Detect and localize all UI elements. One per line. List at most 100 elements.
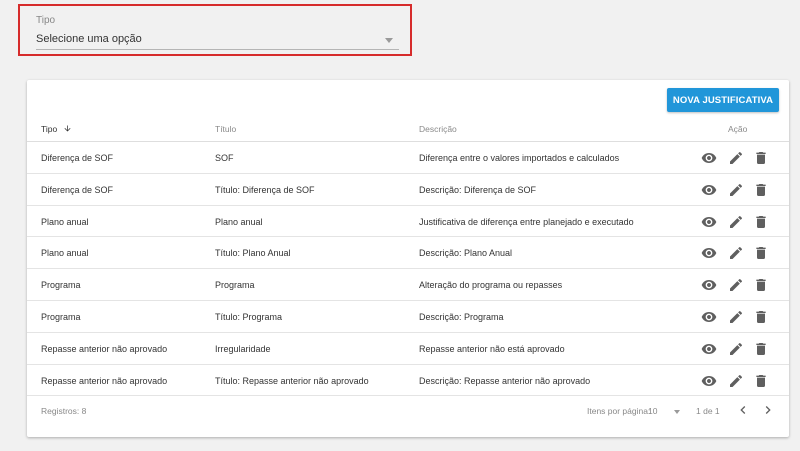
cell-tipo: Plano anual: [41, 248, 89, 259]
caret-down-icon: [674, 410, 680, 414]
pencil-icon: [730, 279, 743, 292]
trash-icon: [756, 152, 766, 164]
cell-descricao: Descrição: Repasse anterior não aprovado: [419, 375, 591, 386]
edit-button[interactable]: [728, 309, 744, 325]
table-header: Tipo Título Descrição Ação: [27, 117, 789, 142]
previous-page-button[interactable]: [735, 402, 751, 418]
edit-button[interactable]: [728, 341, 744, 357]
trash-icon: [756, 374, 766, 387]
cell-titulo: Título: Plano Anual: [215, 248, 291, 259]
cell-titulo: Programa: [215, 280, 255, 291]
cell-descricao: Repasse anterior não está aprovado: [419, 343, 565, 354]
view-button[interactable]: [701, 182, 717, 198]
table-row: Programa Título: Programa Descrição: Progr…: [27, 301, 789, 333]
tipo-filter-value: Selecione uma opção: [36, 33, 142, 45]
justificativas-card: NOVA JUSTIFICATIVA Tipo Título Descrição…: [27, 80, 789, 437]
delete-button[interactable]: [753, 341, 769, 357]
items-per-page-value: 10: [648, 406, 658, 416]
cell-titulo: Plano anual: [215, 216, 263, 227]
delete-button[interactable]: [753, 150, 769, 166]
edit-button[interactable]: [728, 373, 744, 389]
view-button[interactable]: [701, 245, 717, 261]
eye-icon: [701, 375, 717, 386]
header-acao: Ação: [728, 124, 748, 134]
pencil-icon: [730, 183, 743, 196]
cell-tipo: Repasse anterior não aprovado: [41, 343, 168, 354]
delete-button[interactable]: [753, 214, 769, 230]
pencil-icon: [730, 342, 743, 355]
table-row: Diferença de SOF Título: Diferença de SOF…: [27, 174, 789, 206]
tipo-filter-select[interactable]: Selecione uma opção: [36, 30, 399, 50]
edit-button[interactable]: [728, 214, 744, 230]
cell-titulo: Título: Diferença de SOF: [215, 184, 315, 195]
cell-tipo: Programa: [41, 280, 81, 291]
delete-button[interactable]: [753, 245, 769, 261]
eye-icon: [701, 311, 717, 322]
cell-tipo: Diferença de SOF: [41, 184, 114, 195]
trash-icon: [756, 215, 766, 228]
pencil-icon: [730, 374, 743, 387]
cell-descricao: Justificativa de diferença entre planeja…: [419, 216, 634, 227]
trash-icon: [756, 310, 766, 323]
header-tipo-label: Tipo: [41, 124, 58, 134]
caret-down-icon: [385, 38, 393, 43]
eye-icon: [701, 184, 717, 195]
page-range: 1 de 1: [696, 406, 720, 416]
table-row: Diferença de SOF SOF Diferença entre o val…: [27, 142, 789, 174]
table-row: Repasse anterior não aprovado Irregularid…: [27, 333, 789, 365]
pencil-icon: [730, 215, 743, 228]
tipo-filter-label: Tipo: [36, 15, 56, 26]
delete-button[interactable]: [753, 182, 769, 198]
header-titulo: Título: [215, 124, 237, 134]
chevron-right-icon: [765, 406, 771, 414]
edit-button[interactable]: [728, 245, 744, 261]
nova-justificativa-button[interactable]: NOVA JUSTIFICATIVA: [667, 88, 779, 112]
table-row: Programa Programa Alteração do programa ou…: [27, 269, 789, 301]
view-button[interactable]: [701, 277, 717, 293]
table-footer: Registros: 8 Itens por página: 10 1 de 1: [27, 398, 789, 422]
delete-button[interactable]: [753, 309, 769, 325]
cell-titulo: SOF: [215, 153, 234, 163]
cell-titulo: Título: Programa: [215, 311, 283, 322]
view-button[interactable]: [701, 373, 717, 389]
eye-icon: [701, 248, 717, 259]
items-per-page-label: Itens por página:: [587, 406, 651, 416]
items-per-page-select[interactable]: 10: [648, 402, 683, 418]
header-descricao: Descrição: [419, 124, 457, 134]
view-button[interactable]: [701, 150, 717, 166]
cell-tipo: Repasse anterior não aprovado: [41, 375, 168, 386]
pencil-icon: [730, 151, 743, 164]
trash-icon: [756, 247, 766, 260]
cell-tipo: Diferença de SOF: [41, 153, 114, 163]
cell-descricao: Alteração do programa ou repasses: [419, 280, 563, 291]
tipo-filter-highlight: Tipo Selecione uma opção: [18, 4, 412, 56]
view-button[interactable]: [701, 309, 717, 325]
table-body: Diferença de SOF SOF Diferença entre o val…: [27, 142, 789, 397]
cell-descricao: Descrição: Diferença de SOF: [419, 184, 537, 195]
trash-icon: [756, 342, 766, 355]
edit-button[interactable]: [728, 182, 744, 198]
edit-button[interactable]: [728, 150, 744, 166]
table-row: Repasse anterior não aprovado Título: Rep…: [27, 365, 789, 397]
header-tipo[interactable]: Tipo: [41, 124, 72, 134]
chevron-left-icon: [740, 406, 746, 414]
cell-descricao: Diferença entre o valores importados e c…: [419, 153, 620, 163]
delete-button[interactable]: [753, 373, 769, 389]
cell-descricao: Descrição: Programa: [419, 311, 504, 322]
view-button[interactable]: [701, 341, 717, 357]
arrow-down-icon: [64, 125, 71, 132]
eye-icon: [701, 343, 717, 354]
cell-tipo: Plano anual: [41, 216, 89, 227]
table-row: Plano anual Plano anual Justificativa de d…: [27, 206, 789, 238]
delete-button[interactable]: [753, 277, 769, 293]
cell-titulo: Irregularidade: [215, 343, 271, 354]
eye-icon: [701, 153, 717, 163]
edit-button[interactable]: [728, 277, 744, 293]
next-page-button[interactable]: [760, 402, 776, 418]
cell-tipo: Programa: [41, 311, 81, 322]
view-button[interactable]: [701, 214, 717, 230]
cell-titulo: Título: Repasse anterior não aprovado: [215, 375, 369, 386]
trash-icon: [756, 279, 766, 292]
eye-icon: [701, 280, 717, 291]
table-row: Plano anual Título: Plano Anual Descrição:…: [27, 237, 789, 270]
